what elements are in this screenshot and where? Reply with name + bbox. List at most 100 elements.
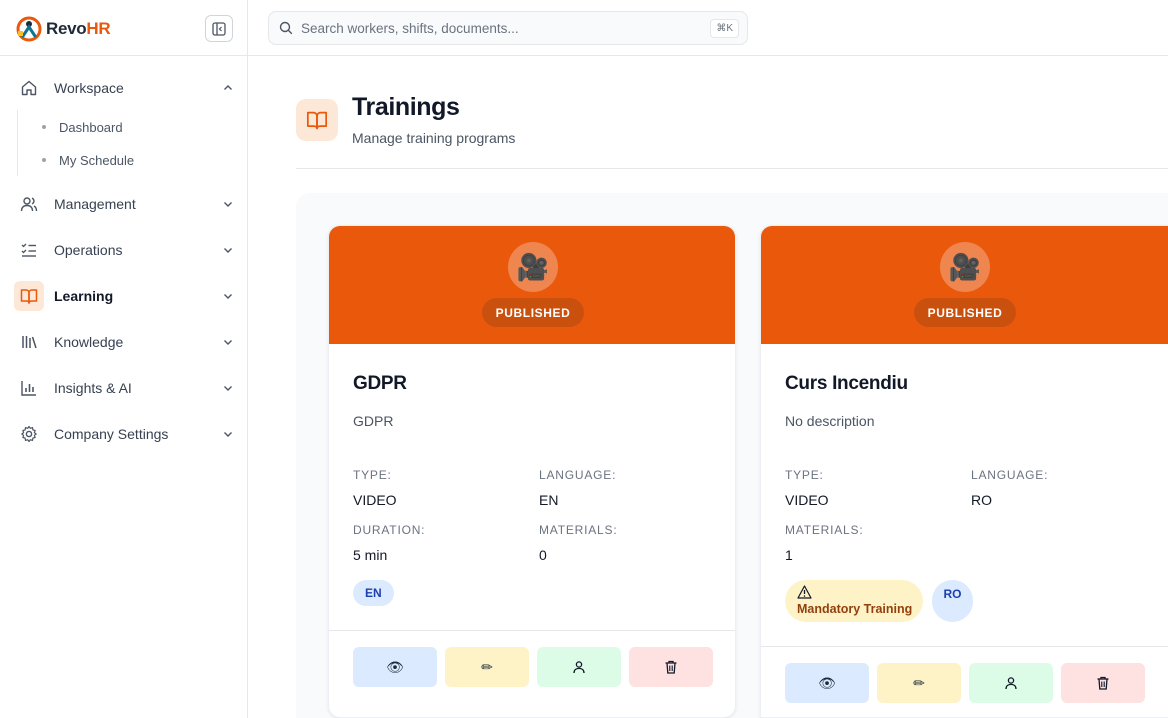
search-input[interactable] [301,20,701,36]
chevron-down-icon [220,242,236,258]
training-card-curs-incendiu[interactable]: 🎥 PUBLISHED Curs Incendiu No description… [760,225,1168,718]
training-description: GDPR [353,413,394,429]
sidebar-item-label: Operations [54,242,123,258]
bullet-icon [42,125,46,129]
type-label: TYPE: [785,468,824,482]
training-title: GDPR [353,373,407,394]
sidebar-item-insights-ai[interactable]: Insights & AI [14,372,236,404]
sidebar-item-company-settings[interactable]: Company Settings [14,418,236,450]
language-label: LANGUAGE: [539,468,617,482]
status-badge: PUBLISHED [914,298,1016,327]
eye-icon: 👁 [386,658,404,675]
header-divider [296,168,1168,169]
search-shortcut-hint: ⌘K [710,19,739,38]
sidebar-subitem-my-schedule[interactable]: My Schedule [42,150,134,170]
duration-value: 5 min [353,547,388,563]
users-icon [14,189,44,219]
type-value: VIDEO [353,492,397,508]
collapse-sidebar-button[interactable] [205,15,233,42]
page-book-icon [296,99,338,141]
chevron-down-icon [220,196,236,212]
chevron-down-icon [220,288,236,304]
mandatory-training-label: Mandatory Training [797,602,913,616]
brand-name-hr: HR [86,19,111,38]
page-subtitle: Manage training programs [352,130,516,146]
language-badge: RO [932,580,973,622]
materials-label: MATERIALS: [539,523,618,537]
chevron-down-icon [220,426,236,442]
sidebar-item-workspace[interactable]: Workspace [14,72,236,104]
type-value: VIDEO [785,492,829,508]
sidebar-toggle-icon [212,21,226,36]
brand-logo[interactable]: RevoHR [16,14,111,44]
delete-button[interactable] [629,647,713,687]
delete-button[interactable] [1061,663,1145,703]
revohr-logo-icon [16,16,42,42]
materials-value: 1 [785,547,793,563]
sidebar-item-label: Management [54,196,136,212]
language-value: EN [539,492,559,508]
language-label: LANGUAGE: [971,468,1049,482]
eye-icon: 👁 [818,674,836,691]
status-badge: PUBLISHED [482,298,584,327]
topbar-divider [248,55,1168,56]
page-title: Trainings [352,93,460,121]
sidebar-item-label: Insights & AI [54,380,132,396]
sidebar-item-label: Workspace [54,80,124,96]
brand-name: RevoHR [46,19,111,39]
card-footer-divider [761,646,1168,647]
sidebar-item-knowledge[interactable]: Knowledge [14,326,236,358]
pencil-icon: ✏ [913,674,925,691]
movie-camera-icon: 🎥 [940,242,990,292]
materials-label: MATERIALS: [785,523,864,537]
assign-button[interactable] [969,663,1053,703]
mandatory-training-badge: Mandatory Training [785,580,923,622]
edit-button[interactable]: ✏ [445,647,529,687]
training-card-gdpr[interactable]: 🎥 PUBLISHED GDPR GDPR TYPE: VIDEO LANGUA… [328,225,736,718]
training-description: No description [785,413,875,429]
type-label: TYPE: [353,468,392,482]
checklist-icon [14,235,44,265]
brand-name-revo: Revo [46,19,87,38]
sidebar-item-label: Company Settings [54,426,169,442]
movie-camera-icon: 🎥 [508,242,558,292]
view-button[interactable]: 👁 [785,663,869,703]
view-button[interactable]: 👁 [353,647,437,687]
bar-chart-icon [14,373,44,403]
warning-icon [797,585,812,599]
submenu-guide-line [17,110,18,176]
book-icon [14,281,44,311]
trash-icon [665,660,677,674]
duration-label: DURATION: [353,523,426,537]
sidebar-item-operations[interactable]: Operations [14,234,236,266]
library-icon [14,327,44,357]
edit-button[interactable]: ✏ [877,663,961,703]
sidebar-subitem-label: My Schedule [59,152,135,168]
materials-value: 0 [539,547,547,563]
chevron-up-icon [220,80,236,96]
pencil-icon: ✏ [481,658,493,675]
bullet-icon [42,158,46,162]
chevron-down-icon [220,380,236,396]
sidebar-subitem-dashboard[interactable]: Dashboard [42,117,123,137]
user-icon [1005,677,1017,690]
sidebar-item-label: Learning [54,288,114,304]
sidebar-item-management[interactable]: Management [14,188,236,220]
global-search[interactable]: ⌘K [268,11,748,45]
gear-icon [14,419,44,449]
training-card-hero: 🎥 PUBLISHED [329,226,735,344]
sidebar-item-learning[interactable]: Learning [14,280,236,312]
sidebar-item-label: Knowledge [54,334,124,350]
assign-button[interactable] [537,647,621,687]
user-icon [573,661,585,674]
language-badge: EN [353,580,394,606]
sidebar: RevoHR Workspace Dashboard My Schedule M… [0,0,248,718]
search-icon [279,21,293,35]
trash-icon [1097,676,1109,690]
home-icon [14,73,44,103]
training-title: Curs Incendiu [785,373,908,394]
language-value: RO [971,492,992,508]
sidebar-subitem-label: Dashboard [59,119,123,135]
sidebar-divider [0,55,248,56]
card-footer-divider [329,630,735,631]
